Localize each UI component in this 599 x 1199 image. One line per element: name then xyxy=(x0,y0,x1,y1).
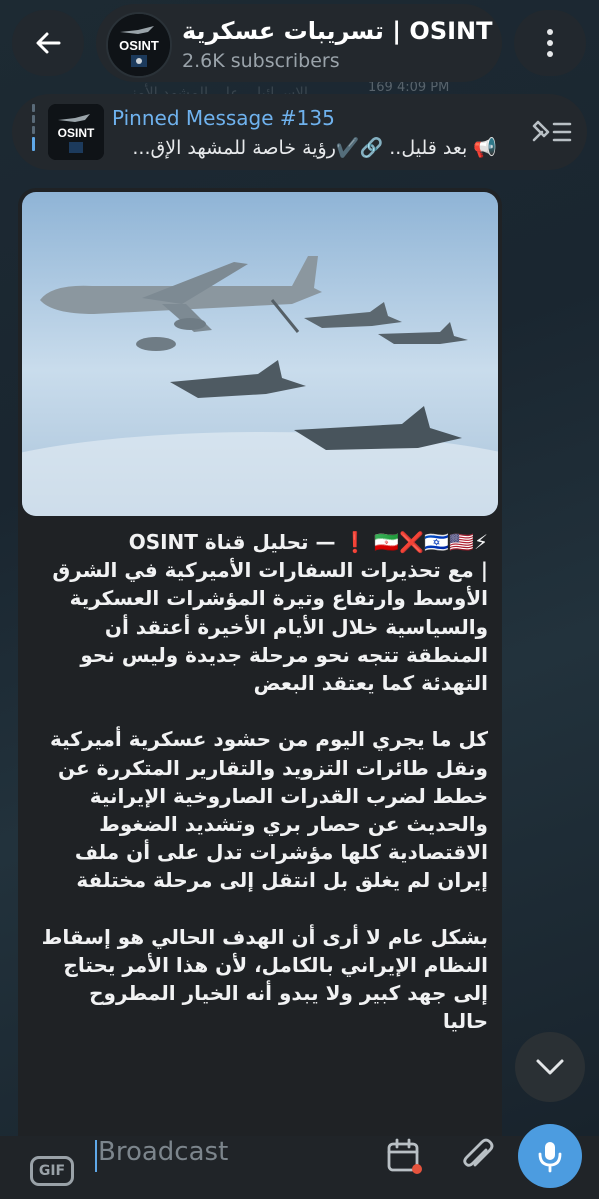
background-message-meta: 169 4:09 PM xyxy=(368,80,450,95)
pinned-title: Pinned Message #135 xyxy=(112,106,335,130)
post-header-line: ⚡🇮🇷❌🇮🇱🇺🇸 ❗ — تحليل قناة OSINT xyxy=(128,530,488,554)
post-photo[interactable] xyxy=(22,192,498,516)
paperclip-icon[interactable] xyxy=(458,1136,498,1176)
post-text: ⚡🇮🇷❌🇮🇱🇺🇸 ❗ — تحليل قناة OSINT | مع تحذير… xyxy=(40,528,488,1036)
pin-list-icon[interactable] xyxy=(528,116,574,148)
vertical-dots-icon xyxy=(547,29,553,35)
channel-title: تسريبات عسكرية | OSINT xyxy=(182,17,493,45)
message-composer: GIF xyxy=(0,1136,599,1199)
channel-post: ⚡🇮🇷❌🇮🇱🇺🇸 ❗ — تحليل قناة OSINT | مع تحذير… xyxy=(18,188,502,1138)
post-paragraph-3: بشكل عام لا أرى أن الهدف الحالي هو إسقاط… xyxy=(41,924,488,1034)
calendar-icon[interactable] xyxy=(384,1136,424,1176)
avatar-label: OSINT xyxy=(119,38,159,53)
subscriber-count: 2.6K subscribers xyxy=(182,50,340,72)
gif-button[interactable]: GIF xyxy=(30,1156,74,1186)
more-menu-button[interactable] xyxy=(514,10,586,76)
microphone-button[interactable] xyxy=(518,1124,582,1188)
channel-header[interactable]: OSINT تسريبات عسكرية | OSINT 2.6K subscr… xyxy=(96,4,502,82)
pinned-thumbnail-label: OSINT xyxy=(58,126,95,140)
arrow-left-icon xyxy=(36,32,61,54)
pinned-message-bar[interactable]: OSINT Pinned Message #135 📢 بعد قليل.. 🔗… xyxy=(12,94,587,170)
back-button[interactable] xyxy=(12,10,84,76)
chevron-down-icon xyxy=(536,1059,564,1075)
pinned-position-indicator xyxy=(32,104,35,160)
pinned-thumbnail: OSINT xyxy=(48,104,104,160)
text-caret xyxy=(95,1140,97,1172)
scroll-to-bottom-button[interactable] xyxy=(515,1032,585,1102)
pinned-preview-text: 📢 بعد قليل.. 🔗✔️رؤية خاصة للمشهد الإق... xyxy=(132,137,497,159)
post-paragraph-2: كل ما يجري اليوم من حشود عسكرية أميركية … xyxy=(50,727,488,893)
broadcast-input[interactable]: Broadcast xyxy=(98,1137,228,1167)
microphone-icon xyxy=(538,1142,562,1173)
post-paragraph-1: | مع تحذيرات السفارات الأميركية في الشرق… xyxy=(52,558,488,696)
channel-avatar[interactable]: OSINT xyxy=(106,12,172,78)
